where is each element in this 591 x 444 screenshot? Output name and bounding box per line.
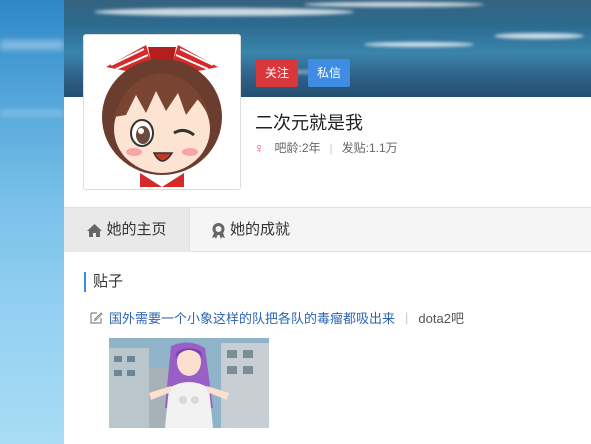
post-count: 发贴:1.1万 xyxy=(341,141,398,155)
post-title-link[interactable]: 国外需要一个小象这样的队把各队的毒瘤都吸出来 xyxy=(109,308,395,327)
post-thumbnail[interactable] xyxy=(109,338,269,428)
profile-tabs: 她的主页 她的成就 xyxy=(64,207,591,252)
tab-home[interactable]: 她的主页 xyxy=(64,208,190,252)
username: 二次元就是我 xyxy=(255,113,363,133)
profile-meta: ♀ 吧龄:2年 | 发贴:1.1万 xyxy=(254,139,398,156)
account-age: 吧龄:2年 xyxy=(274,141,321,155)
tab-achievements-label: 她的成就 xyxy=(230,221,291,238)
home-icon xyxy=(87,223,103,237)
meta-separator: | xyxy=(329,140,333,155)
post-separator: | xyxy=(405,310,409,325)
message-button[interactable]: 私信 xyxy=(308,59,350,87)
avatar[interactable] xyxy=(83,34,241,190)
female-icon: ♀ xyxy=(254,139,265,156)
edit-icon xyxy=(90,312,103,324)
avatar-image xyxy=(86,37,238,187)
posts-section-title: 贴子 xyxy=(84,272,123,292)
post-forum-link[interactable]: dota2吧 xyxy=(418,308,464,327)
tab-home-label: 她的主页 xyxy=(106,221,167,238)
badge-icon xyxy=(212,222,225,239)
post-thumbnail-image xyxy=(109,338,269,428)
tab-achievements[interactable]: 她的成就 xyxy=(210,208,290,252)
follow-button[interactable]: 关注 xyxy=(256,59,298,87)
post-item: 国外需要一个小象这样的队把各队的毒瘤都吸出来 | dota2吧 xyxy=(90,308,464,327)
page-background-left xyxy=(0,0,64,444)
